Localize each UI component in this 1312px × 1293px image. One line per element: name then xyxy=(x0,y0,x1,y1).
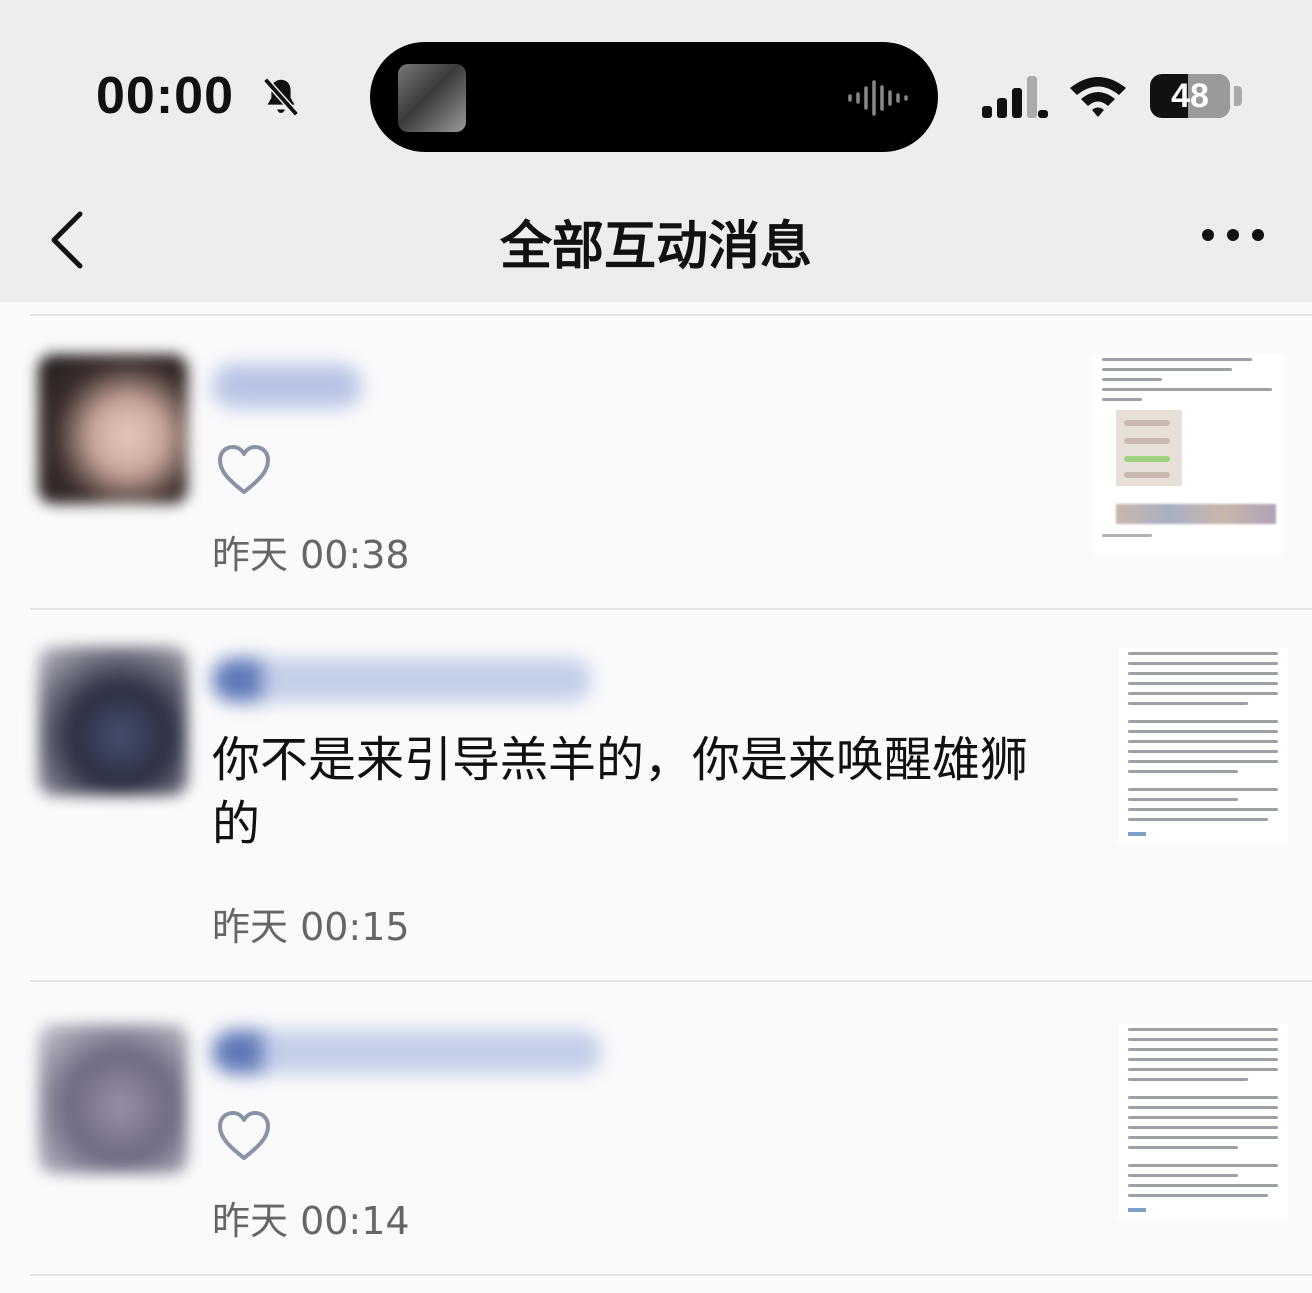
avatar[interactable] xyxy=(38,646,188,796)
divider xyxy=(30,980,1312,982)
nav-bar: 全部互动消息 xyxy=(0,190,1312,302)
status-time: 00:00 xyxy=(96,67,234,125)
status-bar: 00:00 48 xyxy=(0,0,1312,190)
username-blurred[interactable] xyxy=(212,1030,602,1074)
post-thumbnail[interactable] xyxy=(1118,1024,1288,1218)
now-playing-thumbnail[interactable] xyxy=(398,64,466,132)
heart-outline-icon xyxy=(218,1111,270,1160)
bell-mute-icon xyxy=(263,77,299,117)
divider xyxy=(30,608,1312,610)
heart-outline-icon xyxy=(218,445,270,494)
thumbnail-chat-image xyxy=(1116,410,1182,486)
username-blurred[interactable] xyxy=(212,364,362,408)
message-list: 昨天 00:38 你不是来引导羔羊的，你是来唤醒雄狮的 昨天 00:15 昨天 … xyxy=(0,302,1312,1293)
more-dots-icon[interactable] xyxy=(1198,220,1268,250)
avatar[interactable] xyxy=(38,354,188,504)
timestamp: 昨天 00:38 xyxy=(212,533,410,577)
signal-icon xyxy=(982,76,1048,118)
post-thumbnail[interactable] xyxy=(1118,648,1288,842)
battery-icon: 48 xyxy=(1150,74,1230,118)
thumbnail-avatars xyxy=(1116,504,1276,524)
timestamp: 昨天 00:15 xyxy=(212,905,410,949)
divider xyxy=(30,314,1312,316)
audio-waveform-icon xyxy=(848,80,908,116)
post-thumbnail[interactable] xyxy=(1092,354,1284,554)
timestamp: 昨天 00:14 xyxy=(212,1199,410,1243)
battery-tip xyxy=(1234,86,1242,106)
username-blurred[interactable] xyxy=(212,658,592,702)
page-title: 全部互动消息 xyxy=(499,217,812,277)
avatar[interactable] xyxy=(38,1024,188,1174)
wifi-icon xyxy=(1070,77,1126,117)
dynamic-island[interactable] xyxy=(370,42,938,152)
divider xyxy=(30,1274,1312,1276)
comment-text: 你不是来引导羔羊的，你是来唤醒雄狮的 xyxy=(212,732,1029,852)
battery-level: 48 xyxy=(1171,77,1209,115)
